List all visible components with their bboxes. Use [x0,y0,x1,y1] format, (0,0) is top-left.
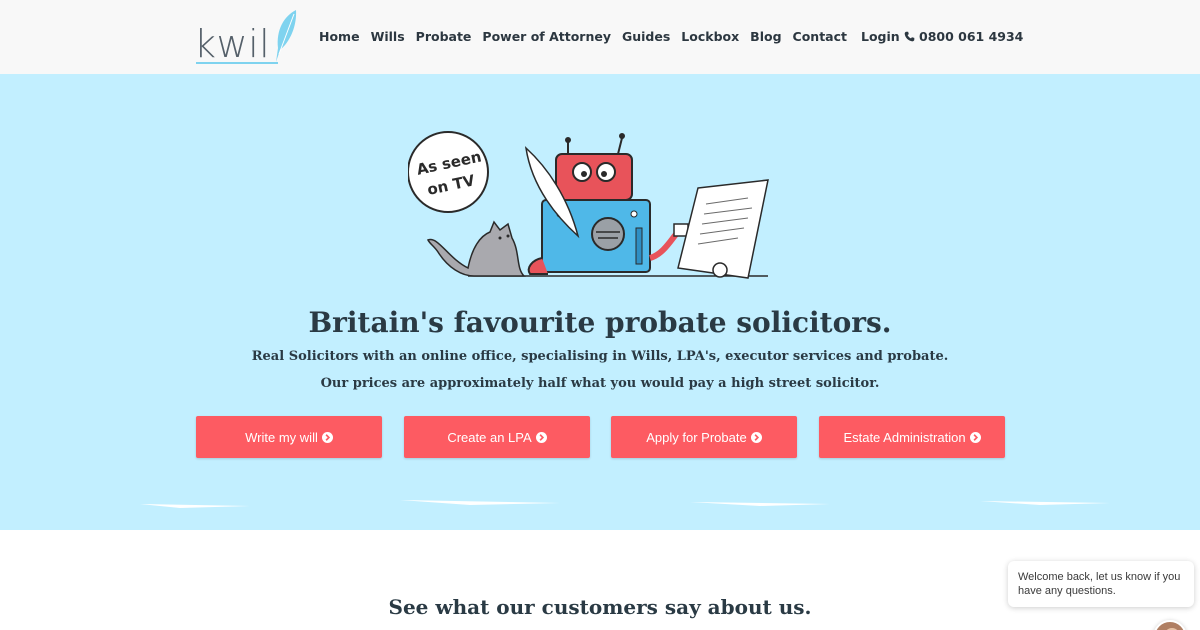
estate-administration-button[interactable]: Estate Administration [819,416,1005,458]
create-lpa-label: Create an LPA [447,429,532,445]
apply-for-probate-button[interactable]: Apply for Probate [611,416,797,458]
arrow-circle-right-icon [969,431,981,443]
cat-drawing [426,220,526,277]
nav-blog[interactable]: Blog [750,29,781,47]
chat-message-bubble[interactable]: Welcome back, let us know if you have an… [1008,561,1194,607]
nav-lockbox[interactable]: Lockbox [681,29,739,47]
document-drawing [677,179,769,279]
chat-agent-avatar[interactable] [1153,620,1187,630]
arrow-circle-right-icon [750,431,762,443]
nav-home[interactable]: Home [319,29,360,47]
nav-probate[interactable]: Probate [416,29,472,47]
as-seen-on-tv-badge: As seen on TV [408,131,489,213]
logo-wordmark: kwil [194,22,271,66]
nav-power-of-attorney[interactable]: Power of Attorney [482,29,611,47]
main-nav: Home Wills Probate Power of Attorney Gui… [319,29,858,47]
write-my-will-button[interactable]: Write my will [196,416,382,458]
avatar-image [1166,628,1178,630]
hero-headline: Britain's favourite probate solicitors. [308,306,892,339]
chat-message-text: Welcome back, let us know if you have an… [1018,571,1181,597]
phone-link[interactable]: 0800 061 4934 [904,29,1023,44]
quill-icon [276,10,297,62]
hero-subline-1: Real Solicitors with an online office, s… [251,349,949,364]
logo-underline [196,62,278,64]
robot-illustration: As seen on TV [408,131,769,279]
arrow-circle-right-icon [535,431,547,443]
create-lpa-button[interactable]: Create an LPA [404,416,590,458]
phone-number: 0800 061 4934 [919,29,1024,44]
write-my-will-label: Write my will [245,429,318,445]
kwil-logo[interactable]: kwil [194,8,306,66]
nav-contact[interactable]: Contact [793,29,847,47]
site-header: kwil Home Wills Probate Power of Attorne… [0,0,1200,74]
phone-icon [904,31,915,42]
estate-administration-label: Estate Administration [843,429,966,445]
hero-subline-2: Our prices are approximately half what y… [320,376,880,391]
nav-wills[interactable]: Wills [371,29,405,47]
login-link[interactable]: Login [861,29,900,44]
hero-wave-divider [0,490,1200,512]
arrow-circle-right-icon [321,431,333,443]
apply-for-probate-label: Apply for Probate [646,429,747,445]
nav-guides[interactable]: Guides [622,29,670,47]
